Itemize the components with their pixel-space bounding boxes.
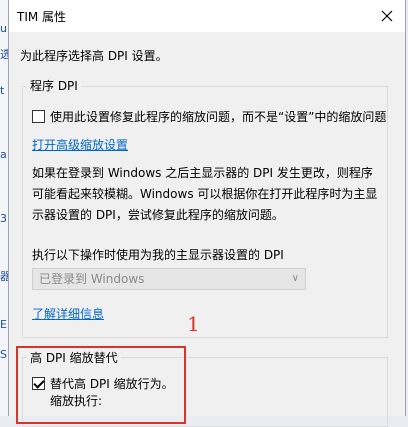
dpi-timing-select-value: 已登录到 Windows	[39, 272, 145, 286]
window-title: TIM 属性	[17, 10, 67, 24]
bg-fragment: S	[0, 348, 7, 361]
advanced-scaling-link[interactable]: 打开高级缩放设置	[32, 136, 128, 153]
bg-fragment: u	[0, 22, 7, 35]
program-dpi-checkbox[interactable]	[32, 110, 45, 123]
annotation-number: 1	[187, 312, 200, 336]
close-button[interactable]	[373, 3, 401, 29]
learn-more-link[interactable]: 了解详细信息	[32, 305, 104, 322]
annotation-highlight-box	[16, 346, 186, 424]
bg-fragment: 3	[0, 212, 7, 225]
properties-dialog: TIM 属性 为此程序选择高 DPI 设置。 程序 DPI 使用此设置修复此程序…	[8, 0, 406, 427]
close-icon	[381, 10, 393, 22]
dpi-select-label: 执行以下操作时使用为我的主显示器设置的 DPI	[32, 248, 284, 262]
title-bar: TIM 属性	[9, 0, 405, 32]
chevron-down-icon: ∨	[291, 273, 299, 284]
bg-fragment: a	[0, 148, 7, 161]
dpi-timing-select[interactable]: 已登录到 Windows ∨	[32, 268, 306, 290]
program-dpi-checkbox-label[interactable]: 使用此设置修复此程序的缩放问题，而不是“设置”中的缩放问题	[50, 108, 386, 125]
intro-text: 为此程序选择高 DPI 设置。	[20, 49, 168, 63]
dialog-body: 为此程序选择高 DPI 设置。 程序 DPI 使用此设置修复此程序的缩放问题，而…	[9, 32, 405, 427]
program-dpi-description: 如果在登录到 Windows 之后主显示器的 DPI 发生更改，则程序可能看起来…	[32, 166, 378, 222]
bg-fragment: t	[0, 84, 5, 97]
bg-fragment: E	[0, 318, 7, 331]
program-dpi-legend: 程序 DPI	[27, 77, 81, 94]
